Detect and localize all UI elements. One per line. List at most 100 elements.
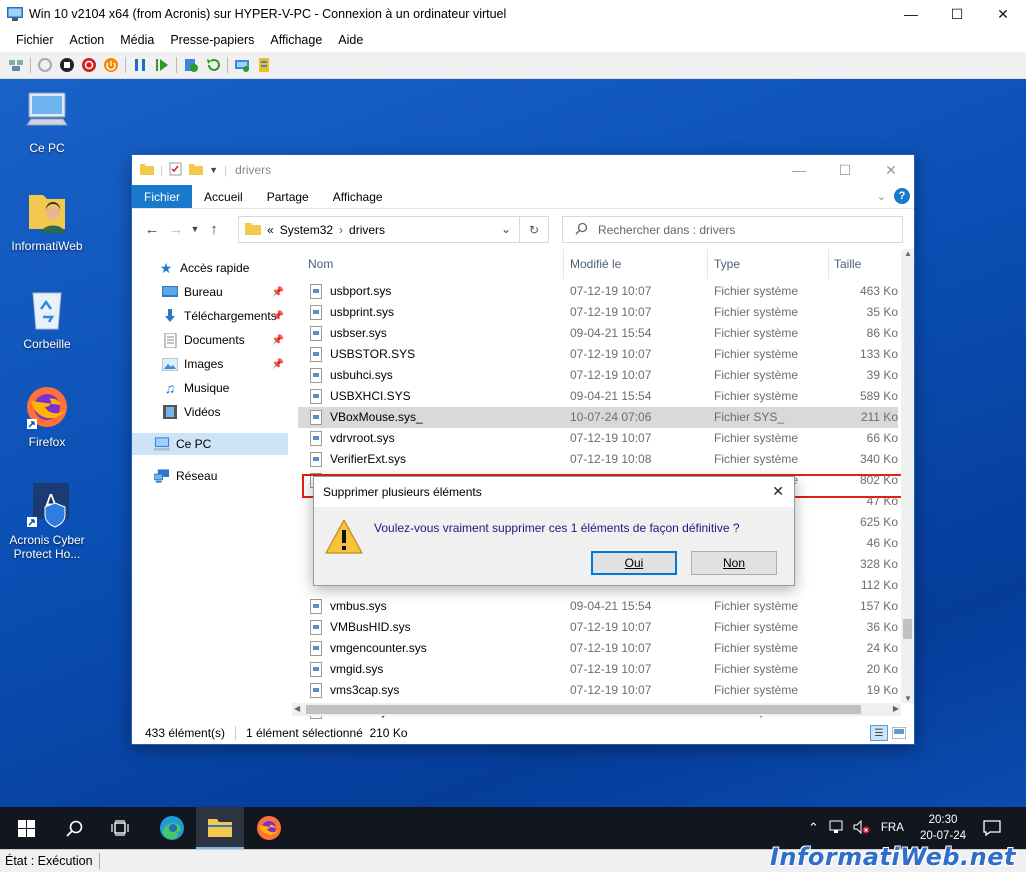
qat-dropdown-icon[interactable]: ▼ xyxy=(209,165,218,175)
minimize-button[interactable]: — xyxy=(888,0,934,28)
pin-icon[interactable]: 📌 xyxy=(272,335,284,346)
column-header-type[interactable]: Type xyxy=(714,249,740,279)
back-arrow-icon[interactable]: ← xyxy=(140,221,164,238)
menu-aide[interactable]: Aide xyxy=(330,33,371,47)
large-icons-view-icon[interactable] xyxy=(890,725,908,741)
task-view-button[interactable] xyxy=(96,807,144,849)
pause-icon[interactable] xyxy=(129,55,151,75)
edge-taskbar-button[interactable] xyxy=(148,807,196,849)
start-button[interactable] xyxy=(2,807,50,849)
up-arrow-icon[interactable]: ↑ xyxy=(202,221,226,238)
breadcrumb-drivers[interactable]: drivers xyxy=(349,223,385,237)
firefox-taskbar-button[interactable] xyxy=(245,807,293,849)
table-row[interactable]: vmgid.sys 07-12-19 10:07 Fichier système 20… xyxy=(298,659,898,680)
vertical-scrollbar[interactable]: ▲ ▼ xyxy=(901,249,914,703)
share-icon[interactable] xyxy=(253,55,275,75)
menu-media[interactable]: Média xyxy=(112,33,162,47)
table-row[interactable]: vmbus.sys 09-04-21 15:54 Fichier système 15… xyxy=(298,596,898,617)
tab-partage[interactable]: Partage xyxy=(255,185,321,208)
desktop-icon-informatiweb[interactable]: InformatiWeb xyxy=(2,187,92,253)
horizontal-scroll-thumb[interactable] xyxy=(306,705,861,714)
table-row[interactable]: VMBusHID.sys 07-12-19 10:07 Fichier systèm… xyxy=(298,617,898,638)
file-explorer-taskbar-button[interactable] xyxy=(196,807,244,849)
new-folder-icon[interactable] xyxy=(189,162,204,179)
horizontal-scrollbar[interactable]: ◀ ▶ xyxy=(292,703,901,716)
column-header-size[interactable]: Taille xyxy=(834,249,861,279)
close-button[interactable]: ✕ xyxy=(980,0,1026,28)
ctrl-alt-del-icon[interactable] xyxy=(5,55,27,75)
show-hidden-icons-icon[interactable]: ⌃ xyxy=(808,820,819,836)
explorer-close-button[interactable]: ✕ xyxy=(868,155,914,185)
enhanced-session-icon[interactable] xyxy=(231,55,253,75)
table-row[interactable]: vdrvroot.sys 07-12-19 10:07 Fichier systèm… xyxy=(298,428,898,449)
scroll-up-icon[interactable]: ▲ xyxy=(904,249,912,258)
table-row[interactable]: usbport.sys 07-12-19 10:07 Fichier système… xyxy=(298,281,898,302)
address-dropdown-icon[interactable]: ⌄ xyxy=(501,222,511,236)
table-row[interactable]: VBoxMouse.sys_ 10-07-24 07:06 Fichier SYS_… xyxy=(298,407,898,428)
scroll-down-icon[interactable]: ▼ xyxy=(904,694,912,703)
explorer-minimize-button[interactable]: — xyxy=(776,155,822,185)
scroll-right-icon[interactable]: ▶ xyxy=(893,704,899,713)
forward-arrow-icon[interactable]: → xyxy=(164,221,188,238)
column-header-date[interactable]: Modifié le xyxy=(570,249,621,279)
nav-musique[interactable]: ♫ Musique xyxy=(132,377,288,399)
desktop-icon-acronis[interactable]: A Acronis Cyber Protect Ho... xyxy=(2,481,92,561)
revert-icon[interactable] xyxy=(202,55,224,75)
nav-bureau[interactable]: Bureau 📌 xyxy=(132,281,288,303)
volume-muted-icon[interactable] xyxy=(853,819,871,837)
search-button[interactable] xyxy=(50,807,98,849)
nav-telechargements[interactable]: Téléchargements 📌 xyxy=(132,305,288,327)
menu-action[interactable]: Action xyxy=(62,33,113,47)
nav-videos[interactable]: Vidéos xyxy=(132,401,288,423)
desktop-icon-ce-pc[interactable]: Ce PC xyxy=(2,89,92,155)
breadcrumb-system32[interactable]: System32 xyxy=(280,223,333,237)
refresh-icon[interactable]: ↻ xyxy=(520,216,549,243)
column-header-name[interactable]: Nom xyxy=(308,249,333,279)
pin-icon[interactable]: 📌 xyxy=(272,311,284,322)
ribbon-expand-icon[interactable]: ⌄ xyxy=(877,190,886,203)
table-row[interactable]: USBXHCI.SYS 09-04-21 15:54 Fichier système… xyxy=(298,386,898,407)
pin-icon[interactable]: 📌 xyxy=(272,287,284,298)
table-row[interactable]: usbser.sys 09-04-21 15:54 Fichier système 8… xyxy=(298,323,898,344)
address-bar[interactable]: « System32 › drivers ⌄ xyxy=(238,216,520,243)
nav-ce-pc[interactable]: Ce PC xyxy=(132,433,288,455)
tab-fichier[interactable]: Fichier xyxy=(132,185,193,208)
start-icon[interactable] xyxy=(34,55,56,75)
nav-documents[interactable]: Documents 📌 xyxy=(132,329,288,351)
pin-icon[interactable]: 📌 xyxy=(272,359,284,370)
table-row[interactable]: VerifierExt.sys 07-12-19 10:08 Fichier sys… xyxy=(298,449,898,470)
properties-icon[interactable] xyxy=(169,162,183,179)
table-row[interactable]: vms3cap.sys 07-12-19 10:07 Fichier système… xyxy=(298,680,898,701)
tab-affichage[interactable]: Affichage xyxy=(321,185,395,208)
network-status-icon[interactable] xyxy=(829,820,843,837)
dialog-close-icon[interactable]: ✕ xyxy=(772,483,784,500)
recent-dropdown-icon[interactable]: ▼ xyxy=(188,224,202,234)
nav-quick-access[interactable]: ★ Accès rapide xyxy=(132,257,288,279)
table-row[interactable]: USBSTOR.SYS 07-12-19 10:07 Fichier système… xyxy=(298,344,898,365)
scroll-left-icon[interactable]: ◀ xyxy=(294,704,300,713)
menu-fichier[interactable]: Fichier xyxy=(8,33,62,47)
clock[interactable]: 20:30 20-07-24 xyxy=(915,812,971,844)
table-row[interactable]: vmgencounter.sys 07-12-19 10:07 Fichier sy… xyxy=(298,638,898,659)
menu-presse-papiers[interactable]: Presse-papiers xyxy=(162,33,262,47)
details-view-icon[interactable]: ☰ xyxy=(870,725,888,741)
save-state-icon[interactable] xyxy=(100,55,122,75)
explorer-maximize-button[interactable]: ☐ xyxy=(822,155,868,185)
turn-off-icon[interactable] xyxy=(56,55,78,75)
table-row[interactable]: usbprint.sys 07-12-19 10:07 Fichier systèm… xyxy=(298,302,898,323)
resume-icon[interactable] xyxy=(151,55,173,75)
search-input[interactable]: Rechercher dans : drivers xyxy=(562,216,903,243)
menu-affichage[interactable]: Affichage xyxy=(262,33,330,47)
breadcrumb-overflow[interactable]: « xyxy=(267,223,274,237)
nav-reseau[interactable]: Réseau xyxy=(132,465,288,487)
checkpoint-icon[interactable] xyxy=(180,55,202,75)
language-indicator[interactable]: FRA xyxy=(881,822,904,834)
no-button[interactable]: Non xyxy=(691,551,777,575)
desktop-icon-firefox[interactable]: Firefox xyxy=(2,383,92,449)
shutdown-icon[interactable] xyxy=(78,55,100,75)
nav-images[interactable]: Images 📌 xyxy=(132,353,288,375)
maximize-button[interactable]: ☐ xyxy=(934,0,980,28)
tab-accueil[interactable]: Accueil xyxy=(192,185,255,208)
yes-button[interactable]: Oui xyxy=(591,551,677,575)
vertical-scroll-thumb[interactable] xyxy=(903,619,912,639)
